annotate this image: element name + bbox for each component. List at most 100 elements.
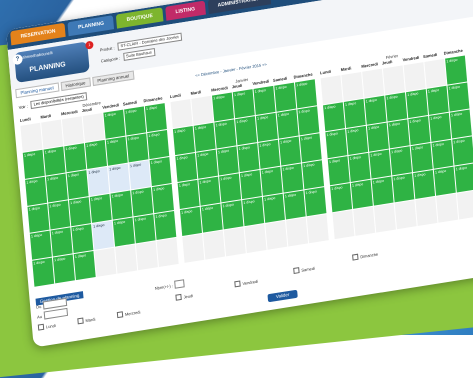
day-cell[interactable]: 1 dispo xyxy=(64,143,87,173)
day-cell[interactable]: 1 dispo xyxy=(385,92,408,122)
day-cell[interactable]: 1 dispo xyxy=(327,156,350,186)
day-cell[interactable]: 1 dispo xyxy=(371,176,394,206)
day-cell[interactable]: 1 dispo xyxy=(177,179,200,210)
day-cell[interactable]: 1 dispo xyxy=(151,183,174,214)
notification-badge[interactable]: 1 xyxy=(85,40,94,50)
valider-button[interactable]: Valider xyxy=(267,289,298,303)
day-cell[interactable]: 1 dispo xyxy=(198,176,221,206)
day-cell[interactable]: 1 dispo xyxy=(433,166,456,196)
day-cell[interactable]: 1 dispo xyxy=(212,92,235,122)
day-cell[interactable]: 1 dispo xyxy=(87,166,110,196)
day-cell[interactable]: 1 dispo xyxy=(216,146,239,176)
day-cell[interactable]: 1 dispo xyxy=(73,251,96,281)
day-cell[interactable]: 1 dispo xyxy=(237,143,260,173)
day-cell[interactable]: 1 dispo xyxy=(133,214,156,244)
day-cell[interactable]: 1 dispo xyxy=(330,183,353,213)
day-cell[interactable]: 1 dispo xyxy=(221,200,244,230)
day-cell[interactable]: 1 dispo xyxy=(144,103,167,133)
day-cell[interactable]: 1 dispo xyxy=(68,197,91,227)
day-cell[interactable]: 1 dispo xyxy=(232,89,255,119)
day-cell[interactable]: 1 dispo xyxy=(242,197,265,227)
day-cell[interactable]: 1 dispo xyxy=(299,133,322,163)
day-cell[interactable]: 1 dispo xyxy=(343,98,366,129)
day-cell[interactable]: 1 dispo xyxy=(105,136,128,166)
day-cell[interactable]: 1 dispo xyxy=(103,109,126,139)
day-cell[interactable]: 1 dispo xyxy=(48,200,71,230)
day-cell[interactable]: 1 dispo xyxy=(147,130,170,160)
day-checkbox[interactable] xyxy=(175,293,182,301)
day-cell[interactable]: 1 dispo xyxy=(262,193,285,223)
day-cell[interactable]: 1 dispo xyxy=(294,79,318,109)
day-cell[interactable]: 1 dispo xyxy=(154,210,177,241)
day-cell[interactable]: 1 dispo xyxy=(239,170,262,200)
day-cell[interactable]: 1 dispo xyxy=(431,139,454,169)
day-cell[interactable]: 1 dispo xyxy=(214,119,237,149)
day-checkbox[interactable] xyxy=(234,280,241,288)
day-cell[interactable]: 1 dispo xyxy=(274,82,297,112)
next-arrow-icon[interactable]: >> xyxy=(262,62,267,68)
day-cell[interactable]: 1 dispo xyxy=(447,82,470,112)
tab-listing[interactable]: LISTING xyxy=(165,0,206,21)
day-cell[interactable]: 1 dispo xyxy=(200,203,223,233)
day-cell[interactable]: 1 dispo xyxy=(32,257,55,287)
day-cell[interactable]: 1 dispo xyxy=(235,116,258,146)
day-cell[interactable]: 1 dispo xyxy=(364,95,387,125)
nb-input[interactable] xyxy=(174,279,186,289)
day-cell[interactable]: 1 dispo xyxy=(369,149,392,179)
day-cell[interactable]: 1 dispo xyxy=(27,203,50,233)
au-input[interactable] xyxy=(43,307,68,320)
day-cell[interactable]: 1 dispo xyxy=(281,163,304,193)
day-cell[interactable]: 1 dispo xyxy=(449,109,472,139)
day-cell[interactable]: 1 dispo xyxy=(278,136,301,166)
day-cell[interactable]: 1 dispo xyxy=(297,106,320,136)
day-checkbox[interactable] xyxy=(37,323,45,331)
day-cell[interactable]: 1 dispo xyxy=(112,217,135,247)
day-cell[interactable]: 1 dispo xyxy=(25,176,48,206)
day-cell[interactable]: 1 dispo xyxy=(128,160,151,190)
day-cell[interactable]: 1 dispo xyxy=(89,193,112,223)
day-cell[interactable]: 1 dispo xyxy=(66,170,89,200)
day-cell[interactable]: 1 dispo xyxy=(392,173,415,203)
day-cell[interactable]: 1 dispo xyxy=(454,163,473,193)
day-cell[interactable]: 1 dispo xyxy=(172,125,195,156)
day-cell[interactable]: 1 dispo xyxy=(195,149,219,179)
day-cell[interactable]: 1 dispo xyxy=(193,122,216,152)
day-cell[interactable]: 1 dispo xyxy=(71,224,94,254)
day-cell[interactable]: 1 dispo xyxy=(29,230,52,260)
day-cell[interactable]: 1 dispo xyxy=(50,227,73,257)
day-cell[interactable]: 1 dispo xyxy=(92,220,115,250)
day-cell[interactable]: 1 dispo xyxy=(126,133,149,163)
day-cell[interactable]: 1 dispo xyxy=(410,142,433,173)
day-cell[interactable]: 1 dispo xyxy=(413,169,436,200)
day-cell[interactable]: 1 dispo xyxy=(350,179,373,209)
day-checkbox[interactable] xyxy=(293,267,300,274)
day-cell[interactable]: 1 dispo xyxy=(255,112,278,142)
day-cell[interactable]: 1 dispo xyxy=(258,139,281,169)
day-cell[interactable]: 1 dispo xyxy=(346,125,369,155)
day-cell[interactable]: 1 dispo xyxy=(260,166,283,196)
day-cell[interactable]: 1 dispo xyxy=(366,122,389,152)
day-cell[interactable]: 1 dispo xyxy=(325,129,348,159)
day-cell[interactable]: 1 dispo xyxy=(179,206,202,236)
day-cell[interactable]: 1 dispo xyxy=(149,157,172,187)
day-cell[interactable]: 1 dispo xyxy=(426,85,449,115)
prev-arrow-icon[interactable]: << xyxy=(195,72,200,78)
day-checkbox[interactable] xyxy=(77,317,84,325)
day-cell[interactable]: 1 dispo xyxy=(45,173,68,203)
day-checkbox[interactable] xyxy=(116,311,124,319)
day-cell[interactable]: 1 dispo xyxy=(110,190,133,220)
day-cell[interactable]: 1 dispo xyxy=(283,190,306,220)
day-cell[interactable]: 1 dispo xyxy=(276,109,299,139)
day-cell[interactable]: 1 dispo xyxy=(108,163,131,193)
day-cell[interactable]: 1 dispo xyxy=(304,187,327,217)
day-checkbox[interactable] xyxy=(352,253,359,261)
categorie-select[interactable]: Suite Bauhaus xyxy=(122,48,156,62)
day-cell[interactable]: 1 dispo xyxy=(22,149,45,179)
day-cell[interactable]: 1 dispo xyxy=(445,55,468,85)
day-cell[interactable]: 1 dispo xyxy=(323,102,346,132)
day-cell[interactable]: 1 dispo xyxy=(348,152,371,182)
day-cell[interactable]: 1 dispo xyxy=(253,85,276,115)
day-cell[interactable]: 1 dispo xyxy=(405,89,429,119)
day-cell[interactable]: 1 dispo xyxy=(43,146,66,176)
day-cell[interactable]: 1 dispo xyxy=(389,146,412,176)
